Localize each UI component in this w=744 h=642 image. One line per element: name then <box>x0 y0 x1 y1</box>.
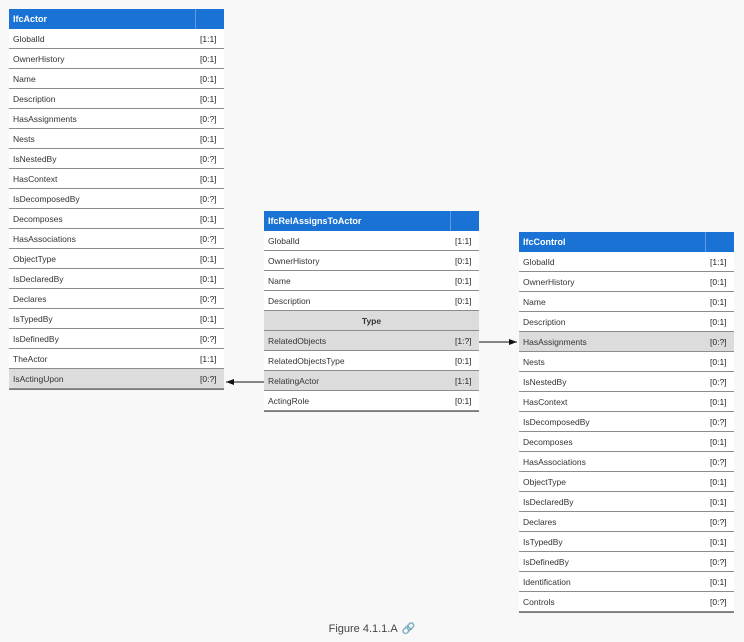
link-icon[interactable]: 🔗 <box>402 623 416 635</box>
relationship-connectors <box>226 339 517 385</box>
caption-text: Figure 4.1.1.A <box>328 623 398 635</box>
figure-caption: Figure 4.1.1.A 🔗 <box>0 622 744 635</box>
